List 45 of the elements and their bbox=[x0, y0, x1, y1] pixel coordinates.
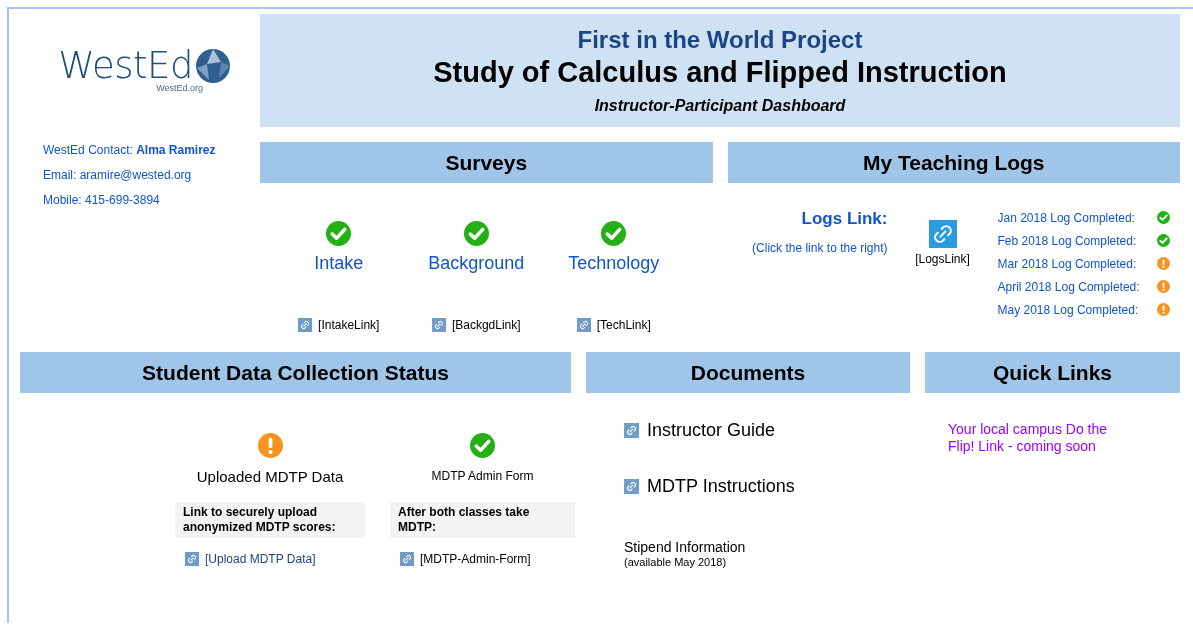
link-icon bbox=[185, 552, 199, 566]
log-label: Jan 2018 Log Completed: bbox=[997, 210, 1135, 225]
link-icon bbox=[576, 318, 591, 332]
link-icon bbox=[624, 478, 639, 494]
logs-link-title: Logs Link: bbox=[801, 209, 888, 229]
section-heading: My Teaching Logs bbox=[727, 142, 1180, 183]
quick-link-note: Your local campus Do the Flip! Link - coming soon bbox=[948, 421, 1109, 455]
instruction-note: After both classes take MDTP: bbox=[390, 502, 575, 538]
contact-line: WestEd Contact: Alma Ramirez bbox=[43, 143, 217, 157]
section-heading: Documents bbox=[586, 352, 910, 393]
link-icon bbox=[400, 552, 414, 566]
upload-link[interactable]: [MDTP-Admin-Form] bbox=[420, 552, 531, 566]
document-link[interactable]: MDTP Instructions bbox=[647, 475, 795, 497]
status-label: Uploaded MDTP Data bbox=[196, 466, 344, 486]
globe-icon bbox=[195, 47, 231, 84]
project-name: First in the World Project bbox=[577, 26, 863, 54]
survey-link[interactable]: [IntakeLink] bbox=[318, 318, 380, 332]
log-label: May 2018 Log Completed: bbox=[997, 302, 1139, 317]
survey-link[interactable]: [TechLink] bbox=[596, 318, 651, 332]
contact-line: Mobile: 415-699-3894 bbox=[43, 193, 161, 207]
survey-name: Background bbox=[428, 253, 525, 274]
link-icon bbox=[624, 422, 639, 438]
stipend-note: (available May 2018) bbox=[624, 556, 728, 568]
document-link[interactable]: Instructor Guide bbox=[647, 419, 776, 441]
status-label: MDTP Admin Form bbox=[431, 468, 534, 485]
log-label: Feb 2018 Log Completed: bbox=[997, 233, 1137, 248]
stipend-title: Stipend Information bbox=[624, 539, 747, 555]
instruction-note: Link to securely upload anonymized MDTP scores: bbox=[175, 502, 365, 538]
survey-link[interactable]: [BackgdLink] bbox=[451, 318, 521, 332]
link-icon bbox=[298, 318, 313, 332]
survey-name: Technology bbox=[568, 253, 660, 274]
logs-link-hint: (Click the link to the right) bbox=[752, 241, 888, 255]
page-title: Study of Calculus and Flipped Instruction bbox=[433, 56, 1007, 89]
log-label: Mar 2018 Log Completed: bbox=[997, 256, 1137, 271]
contact-line: Email: aramire@wested.org bbox=[43, 168, 193, 182]
log-label: April 2018 Log Completed: bbox=[997, 279, 1140, 294]
upload-link[interactable]: [Upload MDTP Data] bbox=[205, 552, 316, 566]
survey-name: Intake bbox=[314, 253, 364, 274]
section-heading: Quick Links bbox=[925, 352, 1180, 393]
link-icon bbox=[431, 318, 446, 332]
section-heading: Student Data Collection Status bbox=[20, 352, 571, 393]
section-heading: Surveys bbox=[260, 142, 713, 183]
logs-link[interactable]: [LogsLink] bbox=[915, 252, 970, 266]
page-subtitle: Instructor-Participant Dashboard bbox=[594, 97, 846, 115]
link-icon[interactable] bbox=[928, 220, 957, 248]
